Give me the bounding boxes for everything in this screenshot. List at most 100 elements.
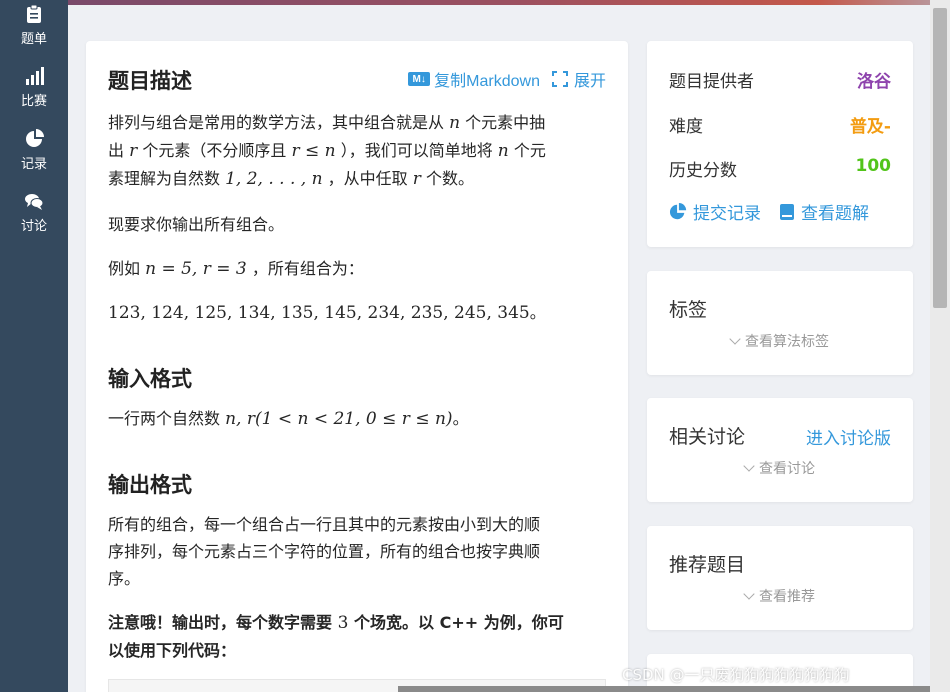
math-var: r	[412, 169, 421, 189]
expand-label: 展开	[573, 73, 606, 90]
nav-item-records[interactable]: 记录	[0, 129, 68, 181]
view-discussion-button[interactable]: 查看讨论	[647, 458, 913, 478]
output-format-line-1: 所有的组合，每一个组合占一行且其中的元素按由小到大的顺	[108, 515, 541, 534]
output-format-title: 输出格式	[108, 474, 192, 497]
text: ，所有组合为：	[251, 259, 364, 278]
text: 个元	[513, 141, 546, 160]
header-banner-strip	[68, 0, 950, 5]
output-format-line-3: 序。	[108, 569, 141, 588]
math-expr: n, r(1 < n < 21, 0 ≤ r ≤ n)	[225, 409, 453, 429]
description-line-1: 排列与组合是常用的数学方法，其中组合就是从 n 个元素中抽	[108, 109, 608, 137]
expand-icon	[551, 71, 568, 87]
info-links: 提交记录 查看题解	[669, 199, 869, 224]
difficulty-row: 难度 普及-	[669, 112, 891, 137]
book-icon	[780, 203, 794, 220]
provider-row: 题目提供者 洛谷	[669, 67, 891, 92]
score-label: 历史分数	[669, 161, 737, 181]
difficulty-badge: 普及-	[849, 117, 891, 137]
left-nav: 题单 比赛 记录 讨论	[0, 0, 68, 692]
nav-label: 讨论	[20, 219, 47, 234]
text: 排列与组合是常用的数学方法，其中组合就是从	[108, 113, 445, 132]
description-line-2: 出 r 个元素（不分顺序且 r ≤ n ），我们可以简单地将 n 个元	[108, 137, 618, 165]
expand-button[interactable]: 展开	[551, 67, 606, 91]
combinations-list: 123, 124, 125, 134, 135, 145, 234, 235, …	[108, 299, 546, 327]
input-format-title: 输入格式	[108, 368, 192, 391]
bar-signal-icon	[26, 67, 44, 85]
submissions-label: 提交记录	[693, 204, 761, 224]
problem-description-title: 题目描述	[108, 70, 192, 93]
math-var: n	[497, 141, 509, 161]
chevron-down-icon	[729, 333, 741, 345]
nav-label: 记录	[20, 157, 47, 172]
chevron-down-icon	[743, 460, 755, 472]
copy-markdown-label: 复制Markdown	[434, 73, 540, 90]
score-value: 100	[855, 156, 892, 176]
view-tags-button[interactable]: 查看算法标签	[647, 331, 913, 351]
text: 。	[452, 409, 469, 428]
nav-item-contest[interactable]: 比赛	[0, 66, 68, 118]
description-line-3: 素理解为自然数 1, 2, . . . , n ，从中任取 r 个数。	[108, 165, 608, 193]
math-expr: 123, 124, 125, 134, 135, 145, 234, 235, …	[108, 303, 530, 323]
enter-discussion-link[interactable]: 进入讨论版	[806, 424, 891, 449]
discussion-card: 相关讨论 进入讨论版 查看讨论	[647, 398, 913, 502]
view-discussion-label: 查看讨论	[759, 461, 815, 477]
math-var: r	[129, 141, 138, 161]
score-row: 历史分数 100	[669, 156, 891, 181]
text: 例如	[108, 259, 141, 278]
input-format-text: 一行两个自然数 n, r(1 < n < 21, 0 ≤ r ≤ n)。	[108, 405, 469, 433]
text: 个场宽。以 C++ 为例，你可	[354, 613, 564, 632]
solutions-link[interactable]: 查看题解	[779, 199, 869, 224]
example-text: 例如 n = 5, r = 3 ，所有组合为：	[108, 255, 364, 283]
chevron-down-icon	[743, 588, 755, 600]
pie-chart-icon	[669, 202, 687, 219]
nav-item-problem-list[interactable]: 题单	[0, 4, 68, 56]
math-var: 3	[337, 613, 349, 633]
text: ），我们可以简单地将	[340, 141, 493, 160]
problem-actions: M↓ 复制Markdown 展开	[408, 67, 606, 91]
solutions-label: 查看题解	[801, 204, 869, 224]
text: 一行两个自然数	[108, 409, 221, 428]
copy-markdown-button[interactable]: M↓ 复制Markdown	[408, 67, 540, 91]
output-format-line-2: 序排列，每个元素占三个字符的位置，所有的组合也按字典顺	[108, 542, 541, 561]
provider-label: 题目提供者	[669, 72, 754, 92]
scrollbar-thumb[interactable]	[933, 8, 947, 308]
bottom-overlay-bar	[398, 686, 930, 692]
text: 出	[108, 141, 125, 160]
requirement-text: 现要求你输出所有组合。	[108, 215, 285, 234]
problem-info-card: 题目提供者 洛谷 难度 普及- 历史分数 100 提交记录 查看题解	[647, 41, 913, 247]
math-expr: n = 5, r = 3	[145, 259, 247, 279]
pie-chart-icon	[26, 129, 44, 147]
text: 个数。	[425, 169, 474, 188]
note-line-2: 以使用下列代码：	[108, 641, 237, 660]
view-recommend-button[interactable]: 查看推荐	[647, 586, 913, 606]
view-recommend-label: 查看推荐	[759, 589, 815, 605]
vertical-scrollbar[interactable]	[930, 0, 950, 692]
text: 个元素中抽	[465, 113, 546, 132]
nav-label: 比赛	[20, 94, 47, 109]
markdown-icon: M↓	[408, 72, 431, 86]
recommend-title: 推荐题目	[669, 554, 746, 576]
submissions-link[interactable]: 提交记录	[669, 199, 761, 224]
provider-link[interactable]: 洛谷	[857, 67, 891, 92]
chat-bubbles-icon	[25, 194, 44, 210]
text: 素理解为自然数	[108, 169, 221, 188]
text: 个元素（不分顺序且	[142, 141, 287, 160]
nav-label: 题单	[20, 32, 47, 47]
tags-title: 标签	[669, 299, 708, 321]
nav-item-discuss[interactable]: 讨论	[0, 191, 68, 243]
tags-card: 标签 查看算法标签	[647, 271, 913, 375]
text: 注意哦！输出时，每个数字需要	[108, 613, 333, 632]
clipboard-icon	[27, 4, 41, 23]
discussion-title: 相关讨论	[669, 426, 746, 448]
note-line-1: 注意哦！输出时，每个数字需要 3 个场宽。以 C++ 为例，你可	[108, 609, 618, 637]
math-expr: r ≤ n	[291, 141, 336, 161]
problem-card: 题目描述 M↓ 复制Markdown 展开 排列与组合是常用的数学方法，其中组合…	[86, 41, 628, 692]
text: ，从中任取	[327, 169, 408, 188]
recommend-card: 推荐题目 查看推荐	[647, 526, 913, 630]
difficulty-label: 难度	[669, 117, 703, 137]
math-expr: 1, 2, . . . , n	[225, 169, 323, 189]
math-var: n	[449, 113, 461, 133]
text: 。	[529, 303, 546, 322]
view-tags-label: 查看算法标签	[745, 334, 829, 350]
watermark-text: CSDN @一只废狗狗狗狗狗狗狗狗	[622, 666, 850, 684]
